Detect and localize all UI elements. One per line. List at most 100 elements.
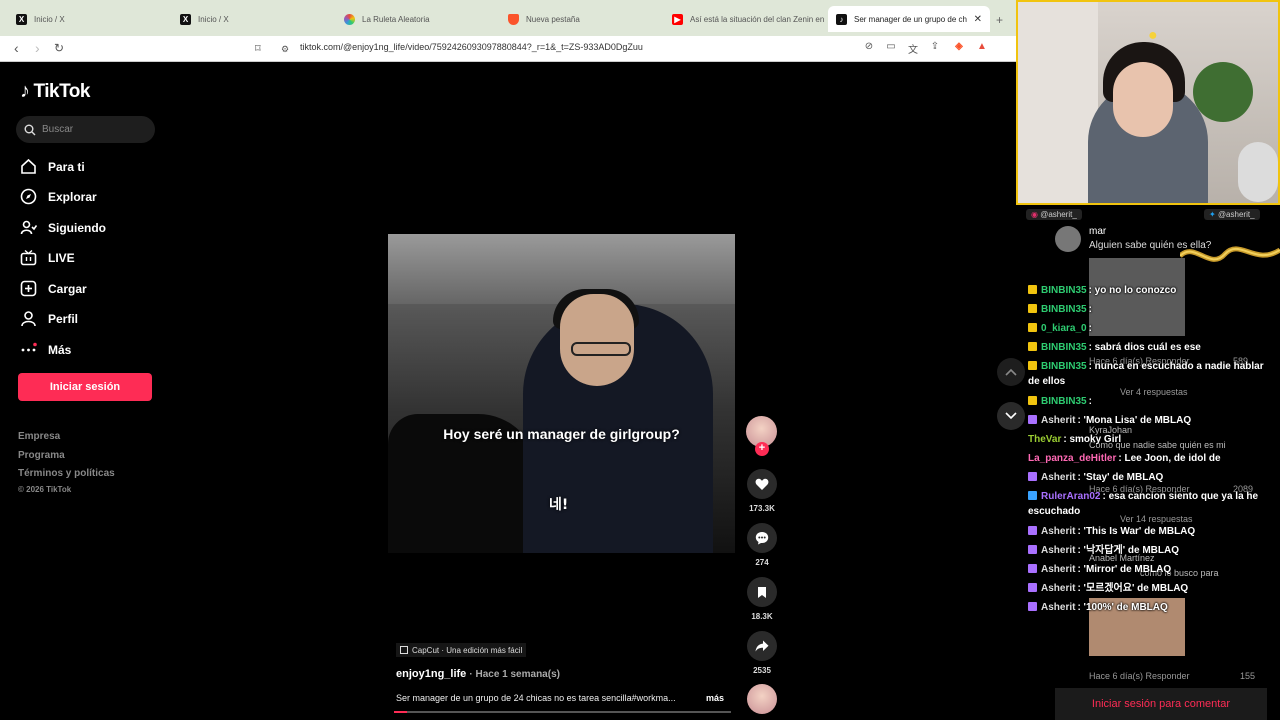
save-action[interactable]: 18.3K <box>746 577 778 621</box>
profile-icon <box>20 310 37 327</box>
nav-live[interactable]: LIVE <box>20 249 75 266</box>
search-input[interactable]: Buscar <box>16 116 155 143</box>
nav-cargar[interactable]: Cargar <box>20 280 87 297</box>
chat-username[interactable]: TheVar <box>1028 434 1061 445</box>
follow-plus-button[interactable]: + <box>755 442 769 456</box>
browser-tab[interactable]: ▶ Así está la situación del clan Zenin en <box>664 6 824 32</box>
duck-icon: ● <box>1148 27 1158 44</box>
share-count: 2535 <box>753 666 771 675</box>
footer-empresa[interactable]: Empresa <box>18 431 60 442</box>
footer-programa[interactable]: Programa <box>18 450 65 461</box>
cast-icon[interactable]: ▭ <box>884 41 898 55</box>
browser-tab[interactable]: X Inicio / X <box>8 6 168 32</box>
nav-para-ti[interactable]: Para ti <box>20 158 85 175</box>
chat-text: : 'Mirror' de MBLAQ <box>1077 564 1172 575</box>
chat-badge-icon <box>1028 342 1037 351</box>
next-author-avatar[interactable] <box>747 684 777 714</box>
previous-video-button[interactable] <box>997 358 1025 386</box>
video-progress-bar[interactable] <box>394 711 731 713</box>
chat-message: BINBIN35: sabrá dios cuál es ese <box>1028 340 1278 355</box>
brave-rewards-icon[interactable]: ▲ <box>975 41 989 55</box>
wheel-icon <box>344 13 355 25</box>
more-link[interactable]: más <box>706 693 724 703</box>
like-action[interactable]: 173.3K <box>746 469 778 513</box>
nav-explorar[interactable]: Explorar <box>20 188 97 205</box>
chat-username[interactable]: BINBIN35 <box>1041 361 1087 372</box>
browser-tab[interactable]: X Inicio / X <box>172 6 332 32</box>
chat-message: Asherit: 'Mirror' de MBLAQ <box>1028 562 1278 577</box>
footer-copyright: © 2026 TikTok <box>18 485 72 494</box>
heart-icon[interactable] <box>747 469 777 499</box>
comment-action[interactable]: 274 <box>746 523 778 567</box>
chat-message: Asherit: '낙자답게' de MBLAQ <box>1028 543 1278 558</box>
progress-fill <box>394 711 408 713</box>
nav-siguiendo[interactable]: Siguiendo <box>20 219 106 236</box>
footer-terminos[interactable]: Términos y políticas <box>18 468 115 479</box>
forward-icon[interactable]: › <box>35 40 40 56</box>
share-action[interactable]: 2535 <box>746 631 778 675</box>
chat-text: : '100%' de MBLAQ <box>1077 602 1168 613</box>
comment-user[interactable]: mar <box>1089 226 1106 237</box>
streamer-webcam: ● <box>1016 0 1280 205</box>
capcut-badge[interactable]: CapCut · Una edición más fácil <box>396 643 527 657</box>
chat-username[interactable]: Asherit <box>1041 564 1075 575</box>
chat-text: : yo no lo conozco <box>1088 285 1177 296</box>
video-caption: Hoy seré un manager de girlgroup? <box>443 426 680 442</box>
close-tab-icon[interactable]: ✕ <box>974 14 982 25</box>
login-button[interactable]: Iniciar sesión <box>18 373 152 401</box>
back-icon[interactable]: ‹ <box>14 40 19 56</box>
video-author[interactable]: enjoy1ng_life · Hace 1 semana(s) <box>396 668 560 680</box>
chat-username[interactable]: BINBIN35 <box>1041 285 1087 296</box>
bookmark-icon[interactable]: ⌑ <box>255 42 261 55</box>
chat-username[interactable]: Asherit <box>1041 415 1075 426</box>
chat-username[interactable]: Asherit <box>1041 472 1075 483</box>
nav-mas[interactable]: Más <box>20 341 71 358</box>
chat-badge-icon <box>1028 583 1037 592</box>
chat-username[interactable]: BINBIN35 <box>1041 396 1087 407</box>
chat-username[interactable]: Asherit <box>1041 526 1075 537</box>
instagram-icon: ◉ <box>1031 210 1041 219</box>
chat-username[interactable]: La_panza_deHitler <box>1028 453 1116 464</box>
login-to-comment-button[interactable]: Iniciar sesión para comentar <box>1055 688 1267 720</box>
save-count: 18.3K <box>751 612 773 621</box>
url-field[interactable]: tiktok.com/@enjoy1ng_life/video/75924260… <box>300 42 643 52</box>
chat-text: : <box>1088 323 1092 334</box>
next-video-button[interactable] <box>997 402 1025 430</box>
new-tab-button[interactable]: + <box>996 13 1003 27</box>
tiktok-logo[interactable]: ♪ TikTok <box>20 80 90 103</box>
bookmark-icon[interactable] <box>747 577 777 607</box>
chat-message: Asherit: '100%' de MBLAQ <box>1028 600 1278 615</box>
chat-username[interactable]: Asherit <box>1041 583 1075 594</box>
chat-username[interactable]: Asherit <box>1041 602 1075 613</box>
comment-icon[interactable] <box>747 523 777 553</box>
chat-message: BINBIN35: <box>1028 394 1278 409</box>
no-tracking-icon[interactable]: ⊘ <box>862 41 876 55</box>
browser-tab[interactable]: La Ruleta Aleatoria <box>336 6 496 32</box>
chat-username[interactable]: RulerAran02 <box>1041 491 1100 502</box>
dragon-decoration-icon <box>1180 246 1280 262</box>
chat-text: : sabrá dios cuál es ese <box>1088 342 1201 353</box>
video-subtitle: 네! <box>549 497 569 513</box>
brave-shield-icon[interactable]: ◈ <box>952 41 966 55</box>
comment-likes: 155 <box>1240 671 1256 681</box>
chat-badge-icon <box>1028 526 1037 535</box>
chat-text: : <box>1088 304 1092 315</box>
share-arrow-icon[interactable] <box>747 631 777 661</box>
address-bar: ‹ › ↻ ⌑ ⚙ tiktok.com/@enjoy1ng_life/vide… <box>0 36 1016 62</box>
chat-username[interactable]: BINBIN35 <box>1041 342 1087 353</box>
share-icon[interactable]: ⇪ <box>928 41 942 55</box>
chat-username[interactable]: BINBIN35 <box>1041 304 1087 315</box>
chat-message: Asherit: 'Mona Lisa' de MBLAQ <box>1028 413 1278 428</box>
stream-handles: ◉ @asherit_ ✦ @asherit_ <box>1024 207 1280 223</box>
browser-tab-active[interactable]: ♪ Ser manager de un grupo de ch ✕ <box>828 6 990 32</box>
chat-message: TheVar: smoky Girl <box>1028 432 1278 447</box>
chat-username[interactable]: 0_kiara_0 <box>1041 323 1087 334</box>
nav-perfil[interactable]: Perfil <box>20 310 78 327</box>
chat-message: La_panza_deHitler: Lee Joon, de idol de <box>1028 451 1278 466</box>
site-info-icon[interactable]: ⚙ <box>281 44 289 55</box>
chat-username[interactable]: Asherit <box>1041 545 1075 556</box>
translate-icon[interactable]: 文 <box>906 41 920 56</box>
browser-tab[interactable]: Nueva pestaña <box>500 6 660 32</box>
chat-badge-icon <box>1028 472 1037 481</box>
reload-icon[interactable]: ↻ <box>54 41 64 55</box>
